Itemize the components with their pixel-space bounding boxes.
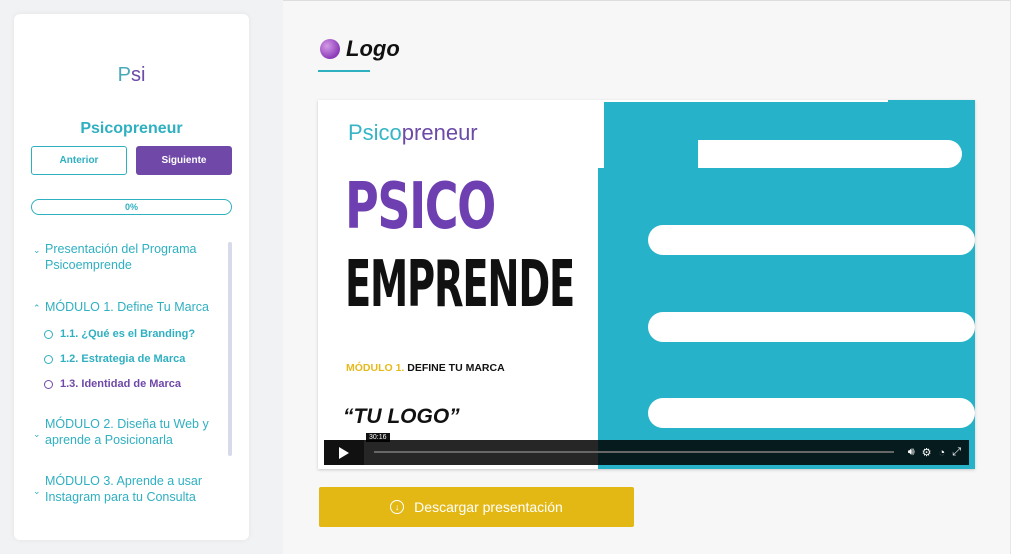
circle-icon	[44, 354, 53, 364]
video-seekbar[interactable]	[370, 440, 900, 465]
video-brand: Psicopreneur	[348, 120, 478, 145]
video-controls: 🔊︎ ⚙ ◔ ⤢	[324, 440, 969, 465]
purple-bubble-icon	[320, 39, 340, 59]
sidebar-scrollbar[interactable]	[228, 242, 232, 456]
progress-bar: 0%	[31, 199, 232, 215]
progress-label: 0%	[124, 202, 138, 212]
section-modulo-1[interactable]: ⌃ MÓDULO 1. Define Tu Marca	[33, 299, 227, 316]
section-modulo-3[interactable]: ⌄ MÓDULO 3. Aprende a usar Instagram par…	[33, 473, 227, 505]
circle-icon	[44, 379, 53, 389]
next-button[interactable]: Siguiente	[136, 146, 232, 175]
course-title: Psicopreneur	[80, 120, 183, 137]
previous-button[interactable]: Anterior	[31, 146, 127, 175]
wave-graphic	[598, 100, 975, 469]
speed-icon[interactable]: ◔	[939, 447, 946, 459]
right-gutter	[1010, 0, 1024, 554]
video-headline-2: EMPRENDE	[345, 248, 575, 322]
page: Psi Psicopreneur Anterior Siguiente 0% ⌄…	[0, 0, 1024, 554]
chevron-down-icon: ⌄	[33, 429, 41, 439]
title-underline	[318, 70, 370, 72]
lesson-title: Logo	[320, 36, 400, 62]
video-headline-1: PSICO	[345, 170, 496, 244]
chevron-down-icon: ⌄	[33, 486, 41, 496]
video-module-label: MÓDULO 1. DEFINE TU MARCA	[346, 362, 505, 374]
divider	[283, 0, 1024, 1]
circle-icon	[44, 329, 53, 339]
lesson-1-3[interactable]: 1.3. Identidad de Marca	[44, 378, 181, 390]
fullscreen-icon[interactable]: ⤢	[952, 446, 961, 459]
lesson-1-2[interactable]: 1.2. Estrategia de Marca	[44, 353, 185, 365]
video-quote: “TU LOGO”	[343, 405, 460, 428]
chevron-up-icon: ⌃	[33, 303, 41, 313]
brand-logo: Psi	[117, 64, 146, 86]
section-modulo-2[interactable]: ⌄ MÓDULO 2. Diseña tu Web y aprende a Po…	[33, 416, 227, 448]
download-button[interactable]: ↓ Descargar presentación	[319, 487, 634, 527]
download-icon: ↓	[390, 500, 405, 514]
sidebar: Psi Psicopreneur Anterior Siguiente 0% ⌄…	[14, 14, 249, 540]
play-button[interactable]	[324, 440, 364, 465]
video-player[interactable]: Psicopreneur PSICO EMPRENDE MÓDULO 1. DE…	[318, 100, 975, 469]
play-icon	[339, 446, 349, 459]
volume-icon[interactable]: 🔊︎	[908, 446, 915, 459]
settings-icon[interactable]: ⚙	[922, 446, 932, 459]
section-presentacion[interactable]: ⌄ Presentación del Programa Psicoemprend…	[33, 241, 227, 273]
lesson-1-1[interactable]: 1.1. ¿Qué es el Branding?	[44, 328, 195, 340]
chevron-down-icon: ⌄	[33, 245, 41, 255]
